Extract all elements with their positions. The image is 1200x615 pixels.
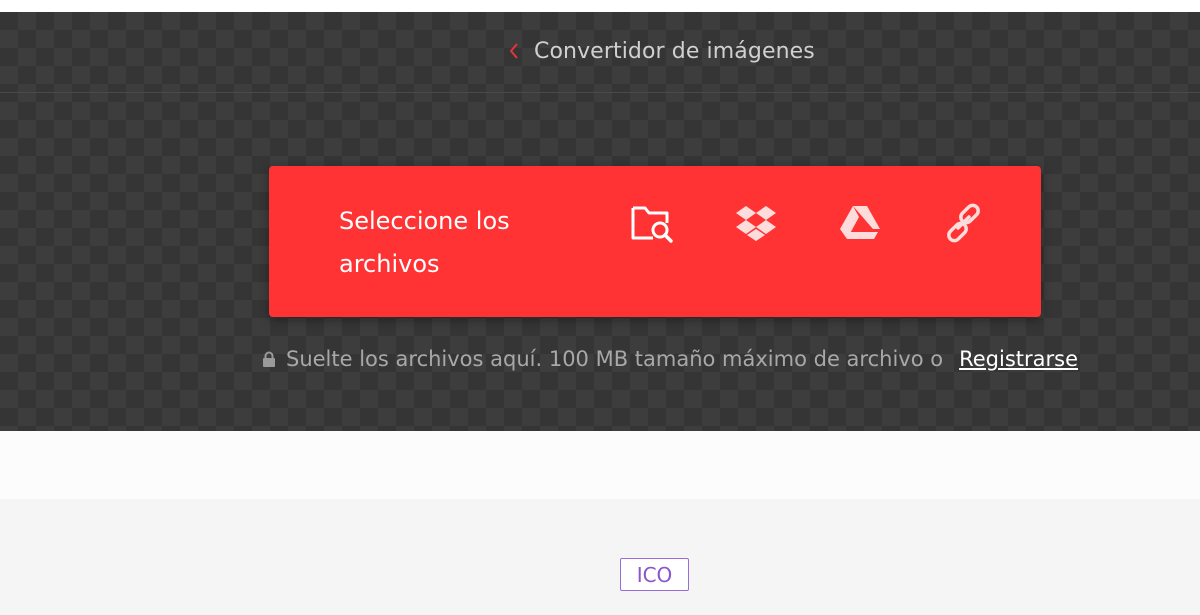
upload-hero: Convertidor de imágenes Seleccione los a…	[0, 12, 1200, 431]
white-band	[0, 431, 1200, 499]
back-link[interactable]: Convertidor de imágenes	[508, 34, 815, 68]
header-bar: Convertidor de imágenes	[0, 12, 1200, 93]
folder-search-icon[interactable]	[629, 200, 675, 246]
link-icon[interactable]	[941, 200, 987, 246]
lock-icon	[263, 351, 275, 367]
chevron-left-icon[interactable]	[508, 42, 520, 60]
select-files-label[interactable]: Seleccione los archivos	[339, 200, 549, 286]
dropbox-icon[interactable]	[733, 200, 779, 246]
top-strip	[0, 0, 1200, 12]
drop-note: Suelte los archivos aquí. 100 MB tamaño …	[262, 345, 1078, 373]
page-title: Convertidor de imágenes	[534, 38, 815, 64]
file-upload-box[interactable]: Seleccione los archivos	[269, 166, 1041, 317]
drop-note-text: Suelte los archivos aquí. 100 MB tamaño …	[286, 347, 944, 371]
google-drive-icon[interactable]	[837, 200, 883, 246]
formats-section: ICO	[0, 499, 1200, 615]
register-link[interactable]: Registrarse	[959, 347, 1078, 371]
format-badge-ico[interactable]: ICO	[620, 558, 689, 591]
